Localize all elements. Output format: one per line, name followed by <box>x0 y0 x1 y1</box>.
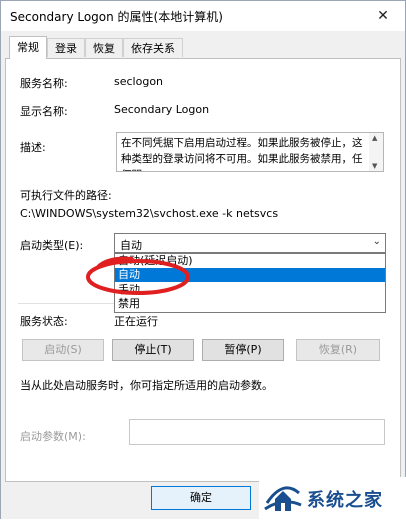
display-name-label: 显示名称: <box>20 105 68 118</box>
status-value: 正在运行 <box>114 315 158 328</box>
scroll-down-icon[interactable]: ▼ <box>372 162 377 170</box>
params-hint: 当从此处启动服务时，你可指定所适用的启动参数。 <box>20 379 273 392</box>
tab-recovery[interactable]: 恢复 <box>85 38 123 57</box>
service-name-label: 服务名称: <box>20 77 68 90</box>
start-params-input[interactable] <box>129 419 385 445</box>
startup-type-value: 自动 <box>120 239 142 252</box>
exe-path-value: C:\WINDOWS\system32\svchost.exe -k netsv… <box>20 207 279 220</box>
service-name-value: seclogon <box>114 75 164 88</box>
scroll-up-icon[interactable]: ▲ <box>372 134 377 142</box>
pause-button[interactable]: 暂停(P) <box>202 339 284 361</box>
close-button[interactable]: ✕ <box>361 1 405 31</box>
service-properties-window: Secondary Logon 的属性(本地计算机) ✕ 常规 登录 恢复 依存… <box>0 0 406 520</box>
exe-path-label: 可执行文件的路径: <box>20 189 112 202</box>
resume-button[interactable]: 恢复(R) <box>296 339 380 361</box>
stop-button[interactable]: 停止(T) <box>112 339 194 361</box>
tab-dependencies[interactable]: 依存关系 <box>123 38 183 57</box>
watermark: 系统之家 <box>259 477 406 520</box>
close-icon: ✕ <box>377 8 389 24</box>
ok-button[interactable]: 确定 <box>151 486 251 510</box>
description-box[interactable]: 在不同凭据下启用启动过程。如果此服务被停止，这种类型的登录访问将不可用。如果此服… <box>116 132 384 172</box>
description-label: 描述: <box>20 141 46 154</box>
window-title: Secondary Logon 的属性(本地计算机) <box>10 10 223 24</box>
description-scrollbar[interactable]: ▲ ▼ <box>369 133 383 171</box>
display-name-value: Secondary Logon <box>114 103 210 116</box>
tab-logon[interactable]: 登录 <box>47 38 85 57</box>
chevron-down-icon[interactable]: ⌄ <box>373 236 381 247</box>
tab-general[interactable]: 常规 <box>9 36 47 59</box>
startup-option-disabled[interactable]: 禁用 <box>115 297 385 311</box>
watermark-text: 系统之家 <box>307 490 383 511</box>
description-text: 在不同凭据下启用启动过程。如果此服务被停止，这种类型的登录访问将不可用。如果此服… <box>121 137 363 171</box>
status-label: 服务状态: <box>20 315 68 328</box>
startup-type-select[interactable]: 自动 ⌄ <box>114 233 386 253</box>
startup-type-label: 启动类型(E): <box>20 239 84 252</box>
title-bar[interactable]: Secondary Logon 的属性(本地计算机) ✕ <box>1 1 405 31</box>
annotation-circle <box>86 256 190 295</box>
start-params-label: 启动参数(M): <box>20 430 86 443</box>
start-button[interactable]: 启动(S) <box>22 339 104 361</box>
watermark-logo-icon <box>264 486 302 511</box>
